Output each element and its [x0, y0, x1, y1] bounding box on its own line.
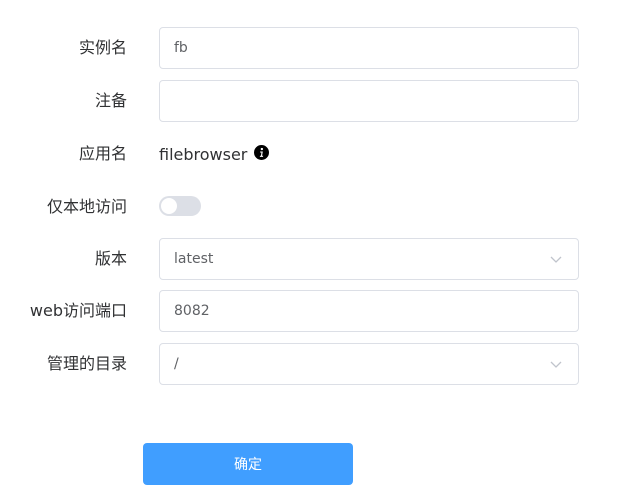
managed-dir-row: 管理的目录 /	[0, 343, 624, 385]
managed-dir-select-value: /	[174, 356, 179, 372]
info-circle-icon[interactable]	[254, 144, 270, 160]
version-label: 版本	[94, 249, 127, 268]
local-only-switch[interactable]	[159, 196, 201, 216]
version-select[interactable]: latest	[159, 238, 579, 280]
managed-dir-select[interactable]: /	[159, 343, 579, 385]
instance-form: 实例名 注备 应用名 filebrowser 仅本地访问 版本 latest	[0, 0, 624, 503]
local-only-label: 仅本地访问	[46, 197, 127, 216]
switch-knob	[161, 198, 177, 214]
local-only-row: 仅本地访问	[0, 186, 624, 228]
chevron-down-icon	[550, 256, 562, 263]
instance-name-input[interactable]	[159, 27, 579, 69]
version-select-value: latest	[174, 251, 214, 267]
app-name-row: 应用名 filebrowser	[0, 133, 624, 175]
web-port-row: web访问端口	[0, 290, 624, 332]
web-port-input[interactable]	[159, 290, 579, 332]
confirm-button[interactable]: 确定	[143, 443, 353, 485]
remark-input[interactable]	[159, 80, 579, 122]
remark-label: 注备	[94, 91, 127, 110]
instance-name-row: 实例名	[0, 27, 624, 69]
chevron-down-icon	[550, 361, 562, 368]
app-name-value-wrap: filebrowser	[159, 133, 270, 175]
app-name-value: filebrowser	[159, 144, 248, 164]
instance-name-label: 实例名	[78, 38, 127, 57]
remark-row: 注备	[0, 80, 624, 122]
version-row: 版本 latest	[0, 238, 624, 280]
app-name-label: 应用名	[78, 144, 127, 163]
web-port-label: web访问端口	[29, 301, 127, 320]
managed-dir-label: 管理的目录	[46, 354, 127, 373]
